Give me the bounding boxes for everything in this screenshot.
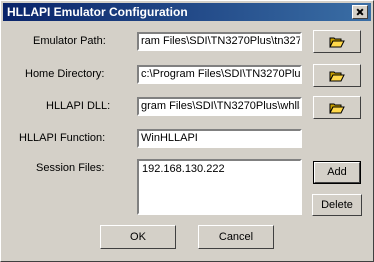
home-directory-value: c:\Program Files\SDI\TN3270Plus\	[141, 68, 302, 80]
home-directory-input[interactable]: c:\Program Files\SDI\TN3270Plus\	[137, 65, 302, 84]
hllapi-dll-label: HLLAPI DLL:	[46, 100, 111, 112]
delete-button[interactable]: Delete	[312, 194, 362, 216]
delete-button-label: Delete	[321, 199, 353, 211]
hllapi-dll-input[interactable]: gram Files\SDI\TN3270Plus\whllapi.dll	[137, 97, 302, 116]
cancel-button[interactable]: Cancel	[198, 225, 274, 249]
dialog-window: HLLAPI Emulator Configuration Emulator P…	[0, 0, 374, 262]
folder-open-icon	[329, 37, 345, 47]
hllapi-function-value: WinHLLAPI	[141, 132, 198, 144]
add-button[interactable]: Add	[313, 161, 361, 184]
emulator-path-label: Emulator Path:	[33, 35, 106, 47]
emulator-path-value: ram Files\SDI\TN3270Plus\tn3270.exe	[141, 35, 302, 47]
close-icon[interactable]	[352, 5, 368, 19]
cancel-button-label: Cancel	[218, 231, 254, 243]
session-file-item[interactable]: 192.168.130.222	[142, 163, 225, 175]
window-title: HLLAPI Emulator Configuration	[7, 5, 188, 19]
hllapi-function-input[interactable]: WinHLLAPI	[137, 129, 302, 148]
emulator-path-input[interactable]: ram Files\SDI\TN3270Plus\tn3270.exe	[137, 32, 302, 51]
add-button-label: Add	[327, 166, 347, 178]
ok-button-label: OK	[130, 231, 146, 243]
session-files-label: Session Files:	[36, 162, 105, 174]
emulator-path-browse-button[interactable]	[313, 30, 361, 53]
ok-button[interactable]: OK	[100, 225, 176, 249]
hllapi-dll-value: gram Files\SDI\TN3270Plus\whllapi.dll	[141, 100, 300, 112]
hllapi-dll-browse-button[interactable]	[313, 96, 361, 119]
title-bar[interactable]: HLLAPI Emulator Configuration	[3, 3, 371, 21]
home-directory-label: Home Directory:	[25, 68, 105, 80]
home-directory-browse-button[interactable]	[313, 64, 361, 87]
folder-open-icon	[329, 103, 345, 113]
folder-open-icon	[329, 71, 345, 81]
session-files-list[interactable]: 192.168.130.222	[137, 159, 302, 215]
hllapi-function-label: HLLAPI Function:	[19, 132, 106, 144]
